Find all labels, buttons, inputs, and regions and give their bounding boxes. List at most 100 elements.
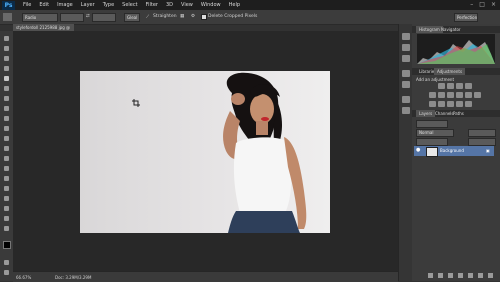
menu-type[interactable]: Type — [103, 2, 114, 8]
window-controls: – □ × — [470, 1, 496, 8]
clear-button[interactable]: Gleal — [124, 13, 140, 22]
marquee-tool-icon[interactable] — [3, 45, 10, 52]
invert-adjust-icon[interactable] — [429, 101, 436, 107]
foreground-color-swatch[interactable] — [3, 241, 11, 249]
pen-tool-icon[interactable] — [3, 175, 10, 182]
tab-paths[interactable]: Paths — [450, 110, 467, 117]
vibrance-adjust-icon[interactable] — [429, 92, 436, 98]
menu-filter[interactable]: Filter — [146, 2, 158, 8]
menu-window[interactable]: Window — [201, 2, 221, 8]
delete-cropped-checkbox[interactable] — [201, 14, 207, 20]
menu-3d[interactable]: 3D — [166, 2, 173, 8]
layers-tab-bar: Layers Channels Paths — [412, 110, 500, 117]
menu-edit[interactable]: Edit — [39, 2, 49, 8]
adjustments-tab-bar: Libraries Adjustments — [412, 68, 500, 75]
crop-tool-icon[interactable] — [3, 75, 10, 82]
character-panel-icon[interactable] — [402, 70, 410, 77]
straighten-label: Straighten — [153, 14, 177, 19]
lock-options[interactable] — [416, 138, 448, 146]
document-tab[interactable]: stylefordoll 2125988 jpg @ 66.7% (RGB/8) — [13, 24, 74, 37]
woman-photo — [223, 72, 307, 233]
trash-icon[interactable] — [488, 273, 493, 278]
blend-mode-dropdown[interactable]: Normal — [416, 129, 454, 137]
properties-panel-icon[interactable] — [402, 44, 410, 51]
rectangle-tool-icon[interactable] — [3, 205, 10, 212]
lasso-tool-icon[interactable] — [3, 55, 10, 62]
threshold-adjust-icon[interactable] — [447, 101, 454, 107]
blur-tool-icon[interactable] — [3, 155, 10, 162]
menu-image[interactable]: Image — [57, 2, 73, 8]
add-mask-icon[interactable] — [448, 273, 453, 278]
histogram-graph — [417, 34, 495, 64]
curves-adjust-icon[interactable] — [456, 83, 463, 89]
hue-saturation-adjust-icon[interactable] — [438, 92, 445, 98]
straighten-icon[interactable]: ⟋ — [146, 14, 149, 20]
ratio-dropdown[interactable]: Radio — [22, 13, 58, 22]
brush-tool-icon[interactable] — [3, 105, 10, 112]
tab-navigator[interactable]: Navigator — [438, 26, 464, 33]
layer-thumbnail — [426, 147, 438, 157]
menu-select[interactable]: Select — [122, 2, 137, 8]
path-selection-tool-icon[interactable] — [3, 195, 10, 202]
posterize-adjust-icon[interactable] — [438, 101, 445, 107]
workspace-dropdown[interactable]: Perfection — [454, 13, 478, 22]
overlay-grid-icon[interactable]: ▦ — [180, 14, 184, 19]
zoom-level[interactable]: 66.67% — [16, 275, 31, 280]
link-layers-icon[interactable] — [428, 273, 433, 278]
eyedropper-tool-icon[interactable] — [3, 85, 10, 92]
exposure-adjust-icon[interactable] — [465, 83, 472, 89]
menu-help[interactable]: Help — [229, 2, 240, 8]
close-button[interactable]: × — [491, 1, 496, 8]
menu-file[interactable]: File — [23, 2, 31, 8]
gradient-tool-icon[interactable] — [3, 145, 10, 152]
width-field[interactable] — [60, 13, 84, 22]
opacity-field[interactable] — [468, 129, 496, 137]
maximize-button[interactable]: □ — [479, 1, 485, 8]
black-white-adjust-icon[interactable] — [456, 92, 463, 98]
history-brush-tool-icon[interactable] — [3, 125, 10, 132]
gradient-map-adjust-icon[interactable] — [456, 101, 463, 107]
new-adjustment-layer-icon[interactable] — [458, 273, 463, 278]
height-field[interactable] — [92, 13, 116, 22]
crop-tool-preset-icon[interactable] — [3, 13, 12, 21]
swatches-panel-icon[interactable] — [402, 107, 410, 114]
new-layer-icon[interactable] — [478, 273, 483, 278]
new-group-icon[interactable] — [468, 273, 473, 278]
dodge-tool-icon[interactable] — [3, 165, 10, 172]
photo-filter-adjust-icon[interactable] — [465, 92, 472, 98]
minimize-button[interactable]: – — [470, 1, 473, 8]
lock-icon[interactable]: ▣ — [486, 148, 490, 153]
layer-row-background[interactable]: ● Background ▣ — [414, 146, 494, 157]
selective-color-adjust-icon[interactable] — [465, 101, 472, 107]
hand-tool-icon[interactable] — [3, 215, 10, 222]
quick-mask-icon[interactable] — [3, 259, 10, 266]
layer-filter-dropdown[interactable] — [416, 120, 448, 128]
quick-select-tool-icon[interactable] — [3, 65, 10, 72]
settings-gear-icon[interactable]: ⚙ — [191, 14, 195, 19]
brightness-adjust-icon[interactable] — [438, 83, 445, 89]
eye-visibility-icon[interactable]: ● — [416, 148, 421, 153]
crop-cursor-icon — [132, 99, 140, 107]
history-panel-icon[interactable] — [402, 33, 410, 40]
actions-panel-icon[interactable] — [402, 55, 410, 62]
menu-view[interactable]: View — [181, 2, 193, 8]
healing-brush-tool-icon[interactable] — [3, 95, 10, 102]
type-tool-icon[interactable] — [3, 185, 10, 192]
channel-mixer-adjust-icon[interactable] — [474, 92, 481, 98]
zoom-tool-icon[interactable] — [3, 225, 10, 232]
color-balance-adjust-icon[interactable] — [447, 92, 454, 98]
fill-field[interactable] — [468, 138, 496, 146]
swap-icon[interactable]: ⇄ — [86, 14, 90, 19]
photo-canvas[interactable] — [80, 71, 330, 233]
screen-mode-icon[interactable] — [3, 269, 10, 276]
layer-style-icon[interactable] — [438, 273, 443, 278]
move-tool-icon[interactable] — [3, 35, 10, 42]
levels-adjust-icon[interactable] — [447, 83, 454, 89]
clone-stamp-tool-icon[interactable] — [3, 115, 10, 122]
options-bar: Radio ⇄ Gleal ⟋ Straighten ▦ ⚙ Delete Cr… — [0, 10, 500, 25]
eraser-tool-icon[interactable] — [3, 135, 10, 142]
paragraph-panel-icon[interactable] — [402, 81, 410, 88]
tab-adjustments[interactable]: Adjustments — [434, 68, 466, 75]
brush-panel-icon[interactable] — [402, 96, 410, 103]
menu-layer[interactable]: Layer — [81, 2, 95, 8]
